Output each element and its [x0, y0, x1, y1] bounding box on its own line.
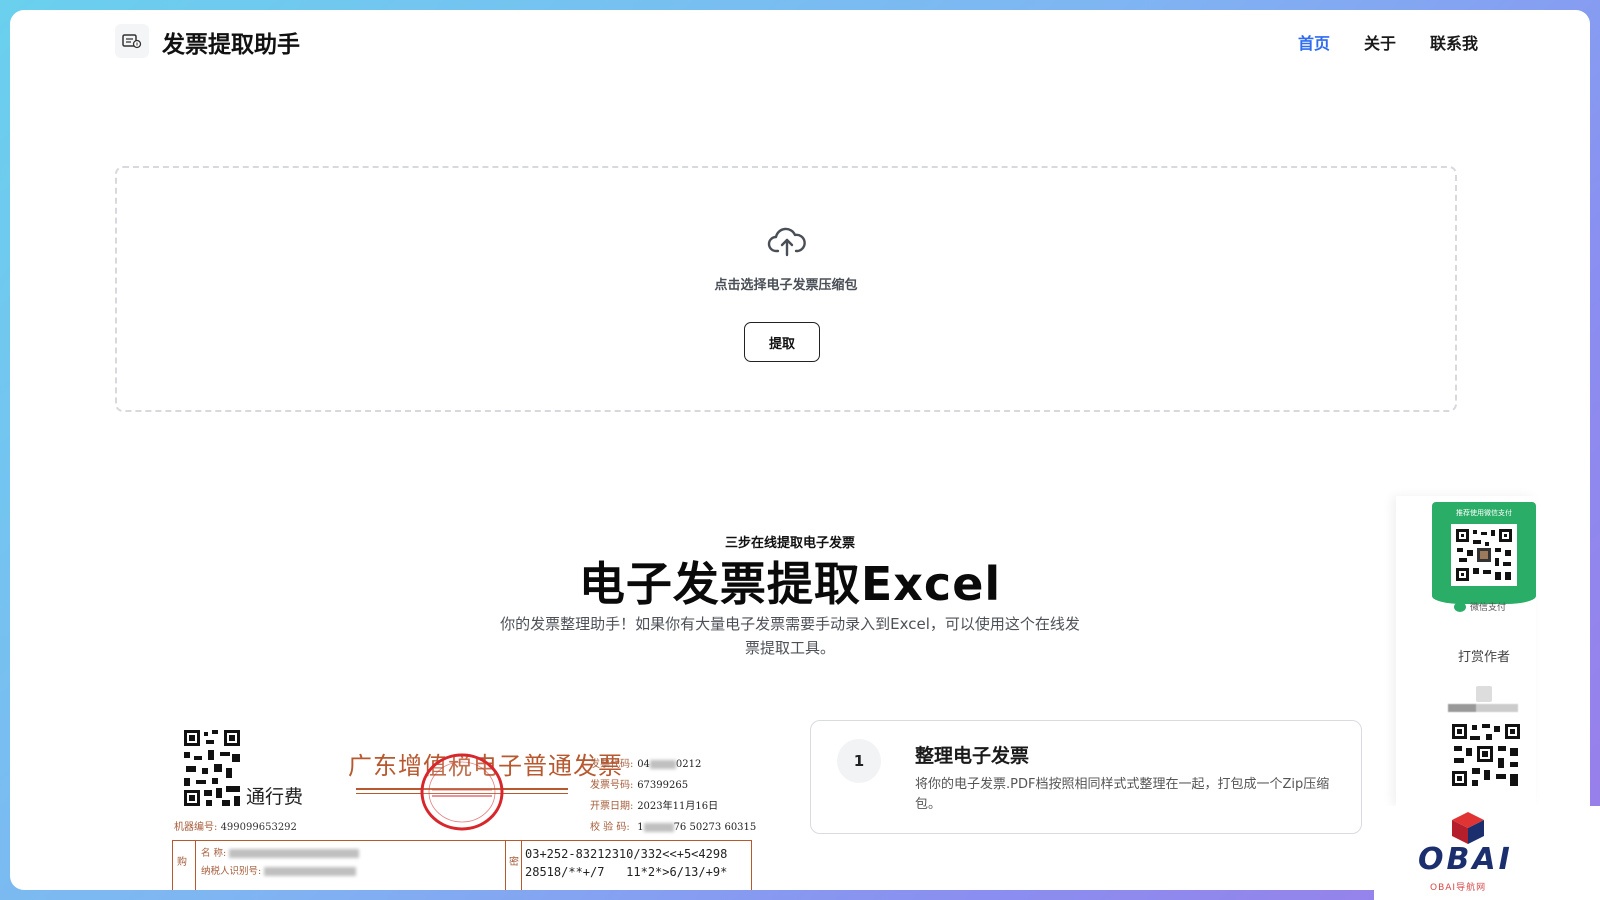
- top-header: 发票提取助手 首页 关于 联系我: [10, 10, 1590, 80]
- field-value: 2023年11月16日: [637, 801, 719, 812]
- wechat-pay-card: 推荐使用微信支付: [1432, 502, 1536, 604]
- step-number-badge: 1: [837, 739, 881, 783]
- field-value-tail: 76 50273 60315: [673, 822, 757, 833]
- step-description: 将你的电子发票.PDF档按照相同样式式整理在一起，打包成一个Zip压缩包。: [915, 777, 1330, 812]
- author-info-text: [1448, 704, 1518, 712]
- nav-contact[interactable]: 联系我: [1430, 30, 1478, 54]
- app-title: 发票提取助手: [162, 32, 300, 58]
- table-divider: [521, 841, 522, 890]
- step-card-1: 1 整理电子发票 将你的电子发票.PDF档按照相同样式式整理在一起，打包成一个Z…: [810, 720, 1362, 834]
- buyer-label: 购: [177, 857, 187, 868]
- author-avatar: [1476, 686, 1492, 702]
- field-value: 04: [637, 759, 650, 770]
- main-nav: 首页 关于 联系我: [1298, 30, 1478, 54]
- redacted-block: [264, 867, 357, 876]
- buyer-taxid-row: 纳税人识别号:: [201, 863, 357, 877]
- browser-window: 发票提取助手 首页 关于 联系我 点击选择电子发票压缩包 提取 三步在线提取电子…: [10, 10, 1590, 890]
- wechat-qr-code: [1451, 524, 1517, 586]
- machine-label: 机器编号:: [174, 822, 218, 833]
- hero-description: 你的发票整理助手！如果你有大量电子发票需要手动录入到Excel，可以使用这个在线…: [500, 615, 1080, 657]
- table-divider: [505, 841, 506, 890]
- wechat-icon: [1454, 601, 1466, 612]
- tip-author-label: 打赏作者: [1457, 650, 1510, 665]
- invoice-field-date: 开票日期: 2023年11月16日: [590, 796, 756, 817]
- cloud-upload-icon: [767, 227, 806, 257]
- redacted-block: [649, 760, 676, 769]
- field-label: 开票日期:: [590, 801, 634, 812]
- invoice-table: 购 名 称: 纳税人识别号: 密 03+252-83212310/332<<+5…: [172, 840, 752, 890]
- invoice-field-number: 发票号码: 67399265: [590, 775, 756, 796]
- invoice-icon: [122, 34, 142, 49]
- hero-title: 电子发票提取Excel: [578, 557, 1002, 611]
- upload-dropzone[interactable]: 点击选择电子发票压缩包 提取: [115, 166, 1457, 412]
- field-label: 校 验 码:: [590, 822, 630, 833]
- invoice-field-checksum: 校 验 码: 1 76 50273 60315: [590, 817, 756, 838]
- invoice-sample-image: 通行费 机器编号: 499099653292 广东增值税电子普通发票 发票代码:…: [170, 720, 760, 890]
- upload-prompt: 点击选择电子发票压缩包: [714, 278, 858, 293]
- cipher-label: 密: [509, 857, 519, 868]
- nav-about[interactable]: 关于: [1364, 30, 1396, 54]
- table-divider: [195, 841, 196, 890]
- invoice-qr-code-icon: [182, 728, 242, 808]
- invoice-tag: 通行费: [246, 786, 304, 808]
- invoice-fields: 发票代码: 04 0212 发票号码: 67399265 开票日期: 2023年1…: [590, 754, 756, 838]
- author-qr-code-icon: [1450, 722, 1522, 788]
- wechat-pay-text: 微信支付: [1470, 603, 1507, 613]
- invoice-field-code: 发票代码: 04 0212: [590, 754, 756, 775]
- invoice-machine-number: 机器编号: 499099653292: [174, 818, 297, 833]
- app-logo[interactable]: [115, 24, 149, 58]
- wechat-pay-label: 微信支付: [1454, 600, 1506, 613]
- buyer-taxid-label: 纳税人识别号:: [201, 866, 262, 877]
- brand-watermark: OBAI OBAI导航网: [1374, 806, 1600, 900]
- step-title: 整理电子发票: [915, 745, 1030, 767]
- brand-subtitle: OBAI导航网: [1430, 883, 1487, 893]
- nav-home[interactable]: 首页: [1298, 30, 1330, 54]
- field-value: 67399265: [637, 780, 689, 791]
- donation-panel: 推荐使用微信支付 微信支付 打赏作者: [1396, 496, 1536, 806]
- buyer-name-row: 名 称:: [201, 845, 360, 859]
- redacted-block: [229, 849, 360, 858]
- wechat-pay-header: 推荐使用微信支付: [1456, 509, 1512, 517]
- buyer-name-label: 名 称:: [201, 848, 227, 859]
- redacted-block: [643, 823, 674, 832]
- machine-value: 499099653292: [220, 822, 297, 833]
- extract-button[interactable]: 提取: [744, 322, 820, 362]
- qr-code-icon: [1456, 529, 1512, 581]
- brand-name: OBAI: [1418, 842, 1513, 877]
- field-value-tail: 0212: [675, 759, 702, 770]
- invoice-seal-icon: [420, 753, 504, 831]
- invoice-cipher-text: 03+252-83212310/332<<+5<4298 28518/**+/7…: [525, 847, 728, 879]
- field-label: 发票代码:: [590, 759, 634, 770]
- field-label: 发票号码:: [590, 780, 634, 791]
